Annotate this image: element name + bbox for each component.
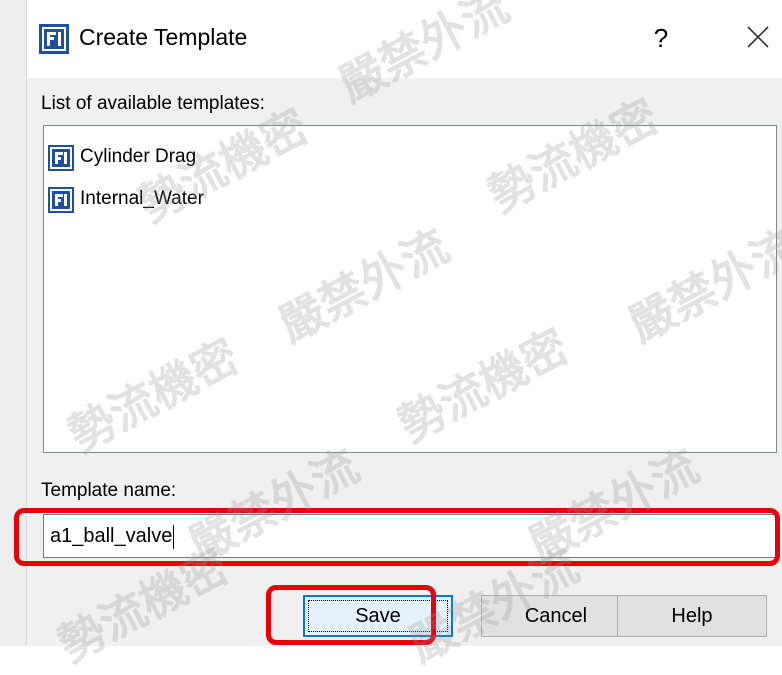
template-name-input[interactable]: a1_ball_valve	[43, 514, 777, 558]
help-button[interactable]: Help	[617, 595, 767, 637]
list-item-label: Internal_Water	[80, 188, 204, 209]
template-name-label: Template name:	[41, 480, 177, 501]
templates-listbox[interactable]: Cylinder Drag Internal_Water	[43, 125, 777, 453]
title-bar: Create Template ?	[27, 0, 782, 78]
template-icon	[48, 187, 74, 213]
save-button[interactable]: Save	[303, 595, 453, 637]
template-icon	[48, 145, 74, 171]
dialog-title: Create Template	[79, 24, 248, 50]
help-button-label: Help	[671, 605, 713, 627]
text-caret	[173, 524, 175, 549]
create-template-dialog: Create Template ? List of available temp…	[27, 0, 782, 646]
template-name-value: a1_ball_valve	[50, 525, 173, 547]
background-window-edge	[0, 0, 27, 646]
focus-ring	[308, 600, 448, 632]
help-question-icon[interactable]: ?	[647, 20, 675, 56]
cancel-button[interactable]: Cancel	[481, 595, 631, 637]
app-icon	[39, 24, 69, 54]
templates-list-label: List of available templates:	[41, 93, 265, 114]
list-item[interactable]: Internal_Water	[48, 184, 348, 214]
close-icon[interactable]	[739, 18, 777, 56]
cancel-button-label: Cancel	[524, 605, 588, 627]
list-item-label: Cylinder Drag	[80, 146, 197, 167]
list-item[interactable]: Cylinder Drag	[48, 142, 348, 172]
